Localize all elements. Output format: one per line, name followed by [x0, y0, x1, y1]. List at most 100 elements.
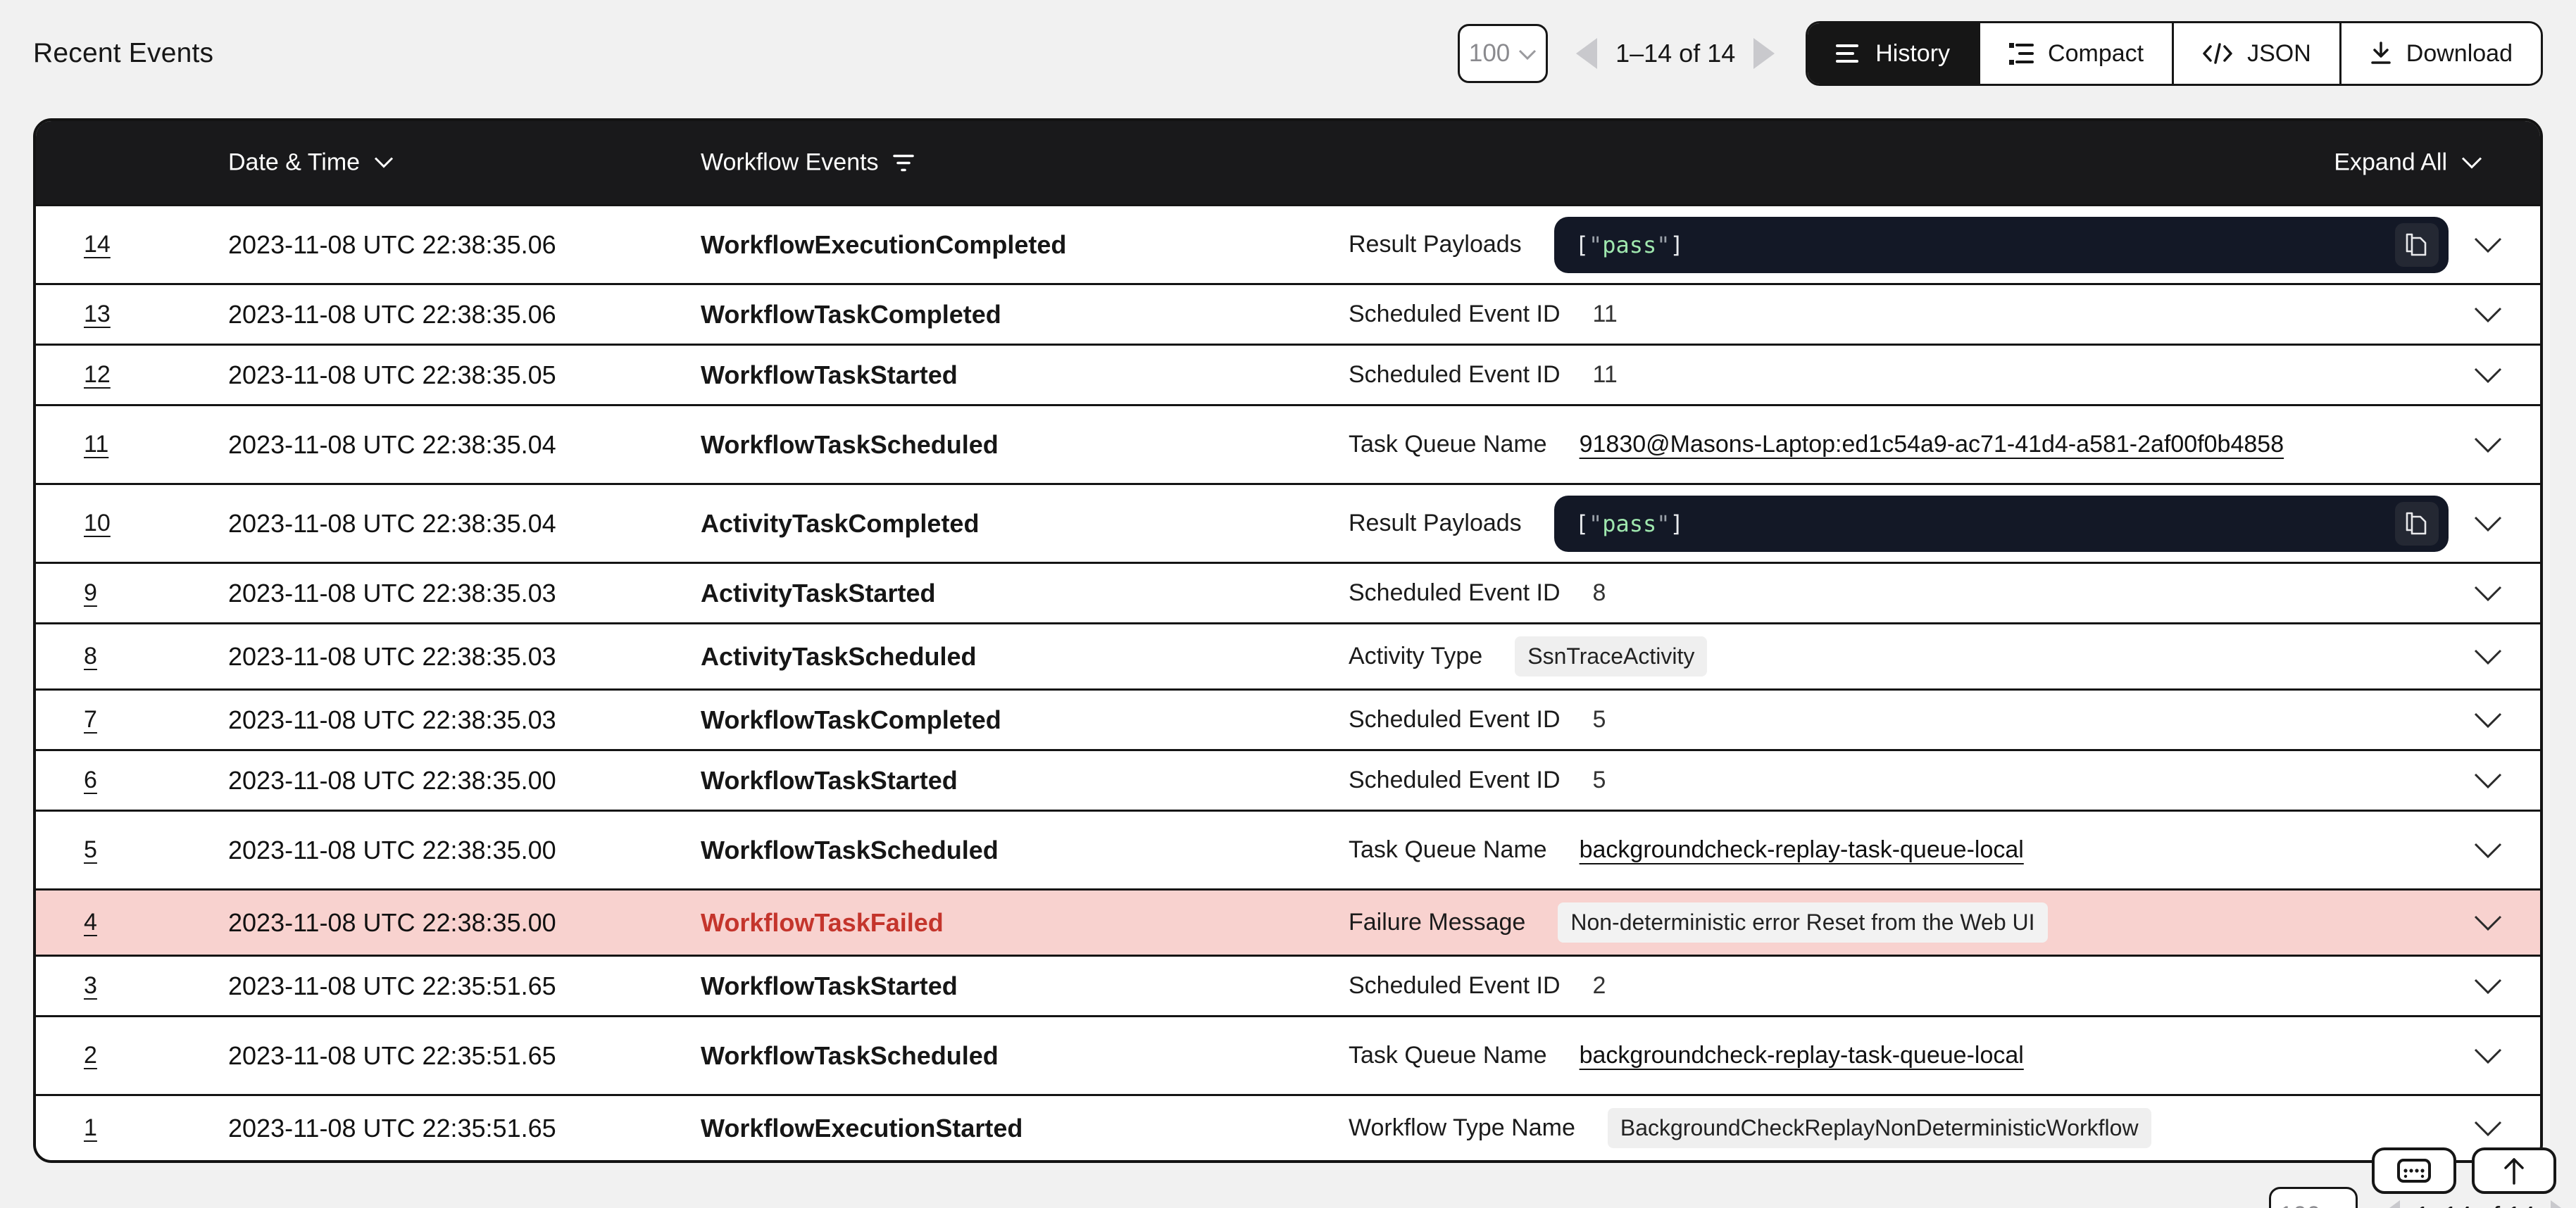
event-id-link[interactable]: 1: [84, 1114, 228, 1142]
per-page-select-bottom[interactable]: 100: [2269, 1187, 2358, 1208]
keyboard-icon: [2397, 1159, 2431, 1183]
tab-compact[interactable]: Compact: [1978, 23, 2172, 84]
event-timestamp: 2023-11-08 UTC 22:38:35.05: [228, 360, 701, 390]
expand-row-button[interactable]: [2472, 712, 2503, 729]
expand-all-button[interactable]: Expand All: [2334, 149, 2482, 177]
event-row[interactable]: 72023-11-08 UTC 22:38:35.03WorkflowTaskC…: [36, 688, 2540, 749]
copy-button[interactable]: [2395, 502, 2439, 546]
event-id-link[interactable]: 8: [84, 643, 228, 670]
detail-link[interactable]: 91830@Masons-Laptop:ed1c54a9-ac71-41d4-a…: [1580, 431, 2284, 458]
tab-label: History: [1875, 40, 1950, 68]
payload-token: ": [1656, 232, 1670, 258]
arrow-up-icon: [2502, 1157, 2526, 1185]
event-id-link[interactable]: 6: [84, 767, 228, 794]
chevron-down-icon: [2473, 712, 2503, 729]
per-page-value: 100: [2280, 1202, 2320, 1208]
event-id-link[interactable]: 4: [84, 909, 228, 936]
event-detail: Scheduled Event ID11: [1349, 361, 2472, 389]
event-row[interactable]: 52023-11-08 UTC 22:38:35.00WorkflowTaskS…: [36, 810, 2540, 888]
expand-row-button[interactable]: [2472, 648, 2503, 665]
event-id-link[interactable]: 2: [84, 1042, 228, 1069]
event-row[interactable]: 42023-11-08 UTC 22:38:35.00WorkflowTaskF…: [36, 888, 2540, 955]
event-detail: Task Queue Name backgroundcheck-replay-ta…: [1349, 836, 2472, 864]
per-page-select[interactable]: 100: [1458, 24, 1548, 83]
next-page-icon[interactable]: [2551, 1200, 2572, 1208]
event-type-label: WorkflowTaskStarted: [701, 766, 1349, 795]
detail-label: Workflow Type Name: [1349, 1114, 1575, 1142]
chevron-down-icon: [2473, 772, 2503, 789]
expand-row-button[interactable]: [2472, 842, 2503, 859]
expand-row-button[interactable]: [2472, 1120, 2503, 1137]
event-id-link[interactable]: 9: [84, 579, 228, 607]
event-row[interactable]: 102023-11-08 UTC 22:38:35.04ActivityTask…: [36, 483, 2540, 562]
copy-icon: [2405, 510, 2429, 537]
expand-all-label: Expand All: [2334, 149, 2447, 177]
tab-history[interactable]: History: [1808, 23, 1978, 84]
event-row[interactable]: 22023-11-08 UTC 22:35:51.65WorkflowTaskS…: [36, 1015, 2540, 1094]
event-row[interactable]: 142023-11-08 UTC 22:38:35.06WorkflowExec…: [36, 204, 2540, 283]
code-icon: [2202, 42, 2233, 65]
next-page-icon[interactable]: [1753, 38, 1775, 69]
pagination-range: 1–14 of 14: [1615, 39, 1735, 68]
expand-row-button[interactable]: [2472, 515, 2503, 532]
expand-row-button[interactable]: [2472, 1047, 2503, 1064]
topbar: Recent Events 100 1–14 of 14 History Com…: [33, 0, 2543, 107]
event-row[interactable]: 92023-11-08 UTC 22:38:35.03ActivityTaskS…: [36, 562, 2540, 622]
tab-json[interactable]: JSON: [2172, 23, 2339, 84]
expand-row-button[interactable]: [2472, 306, 2503, 323]
event-row[interactable]: 32023-11-08 UTC 22:35:51.65WorkflowTaskS…: [36, 955, 2540, 1015]
detail-label: Failure Message: [1349, 909, 1525, 936]
expand-row-button[interactable]: [2472, 237, 2503, 253]
column-workflow-events: Workflow Events: [701, 149, 914, 177]
event-type-label: WorkflowExecutionCompleted: [701, 230, 1349, 260]
payload-token: [: [1575, 232, 1589, 258]
page-title: Recent Events: [33, 38, 213, 69]
column-date-time[interactable]: Date & Time: [228, 149, 394, 177]
event-rows: 142023-11-08 UTC 22:38:35.06WorkflowExec…: [36, 204, 2540, 1160]
download-button[interactable]: Download: [2339, 23, 2541, 84]
event-row[interactable]: 62023-11-08 UTC 22:38:35.00WorkflowTaskS…: [36, 749, 2540, 810]
event-id-link[interactable]: 10: [84, 510, 228, 537]
expand-row-button[interactable]: [2472, 436, 2503, 453]
prev-page-icon[interactable]: [2379, 1200, 2400, 1208]
detail-label: Task Queue Name: [1349, 836, 1547, 864]
event-row[interactable]: 122023-11-08 UTC 22:38:35.05WorkflowTask…: [36, 344, 2540, 404]
detail-value: 8: [1593, 579, 1606, 607]
expand-row-button[interactable]: [2472, 367, 2503, 384]
tab-label: JSON: [2247, 40, 2311, 68]
compact-tree-icon: [2008, 42, 2034, 65]
detail-label: Task Queue Name: [1349, 431, 1547, 458]
event-row[interactable]: 132023-11-08 UTC 22:38:35.06WorkflowTask…: [36, 283, 2540, 344]
prev-page-icon[interactable]: [1576, 38, 1597, 69]
detail-label: Scheduled Event ID: [1349, 767, 1561, 794]
event-id-link[interactable]: 12: [84, 361, 228, 389]
detail-link[interactable]: backgroundcheck-replay-task-queue-local: [1580, 1042, 2024, 1069]
event-id-link[interactable]: 5: [84, 836, 228, 864]
expand-row-button[interactable]: [2472, 585, 2503, 602]
event-timestamp: 2023-11-08 UTC 22:38:35.03: [228, 642, 701, 672]
filter-icon[interactable]: [893, 152, 914, 173]
event-row[interactable]: 112023-11-08 UTC 22:38:35.04WorkflowTask…: [36, 404, 2540, 483]
copy-button[interactable]: [2395, 223, 2439, 267]
expand-row-button[interactable]: [2472, 772, 2503, 789]
per-page-value: 100: [1469, 39, 1510, 68]
event-detail: Failure MessageNon-deterministic error R…: [1349, 902, 2472, 943]
event-id-link[interactable]: 11: [84, 431, 228, 458]
expand-row-button[interactable]: [2472, 978, 2503, 995]
event-id-link[interactable]: 3: [84, 972, 228, 1000]
event-id-link[interactable]: 7: [84, 706, 228, 734]
event-id-link[interactable]: 13: [84, 301, 228, 328]
event-row[interactable]: 12023-11-08 UTC 22:35:51.65WorkflowExecu…: [36, 1094, 2540, 1160]
detail-label: Result Payloads: [1349, 231, 1522, 258]
detail-label: Activity Type: [1349, 643, 1482, 670]
detail-link[interactable]: backgroundcheck-replay-task-queue-local: [1580, 836, 2024, 864]
column-label: Workflow Events: [701, 149, 879, 177]
event-row[interactable]: 82023-11-08 UTC 22:38:35.03ActivityTaskS…: [36, 622, 2540, 688]
event-id-link[interactable]: 14: [84, 231, 228, 258]
detail-label: Scheduled Event ID: [1349, 361, 1561, 389]
chevron-down-icon: [1518, 49, 1537, 61]
event-detail: Result Payloads["pass"]: [1349, 496, 2472, 552]
expand-row-button[interactable]: [2472, 914, 2503, 931]
sort-chevron-down-icon: [374, 157, 394, 169]
detail-label: Scheduled Event ID: [1349, 972, 1561, 1000]
